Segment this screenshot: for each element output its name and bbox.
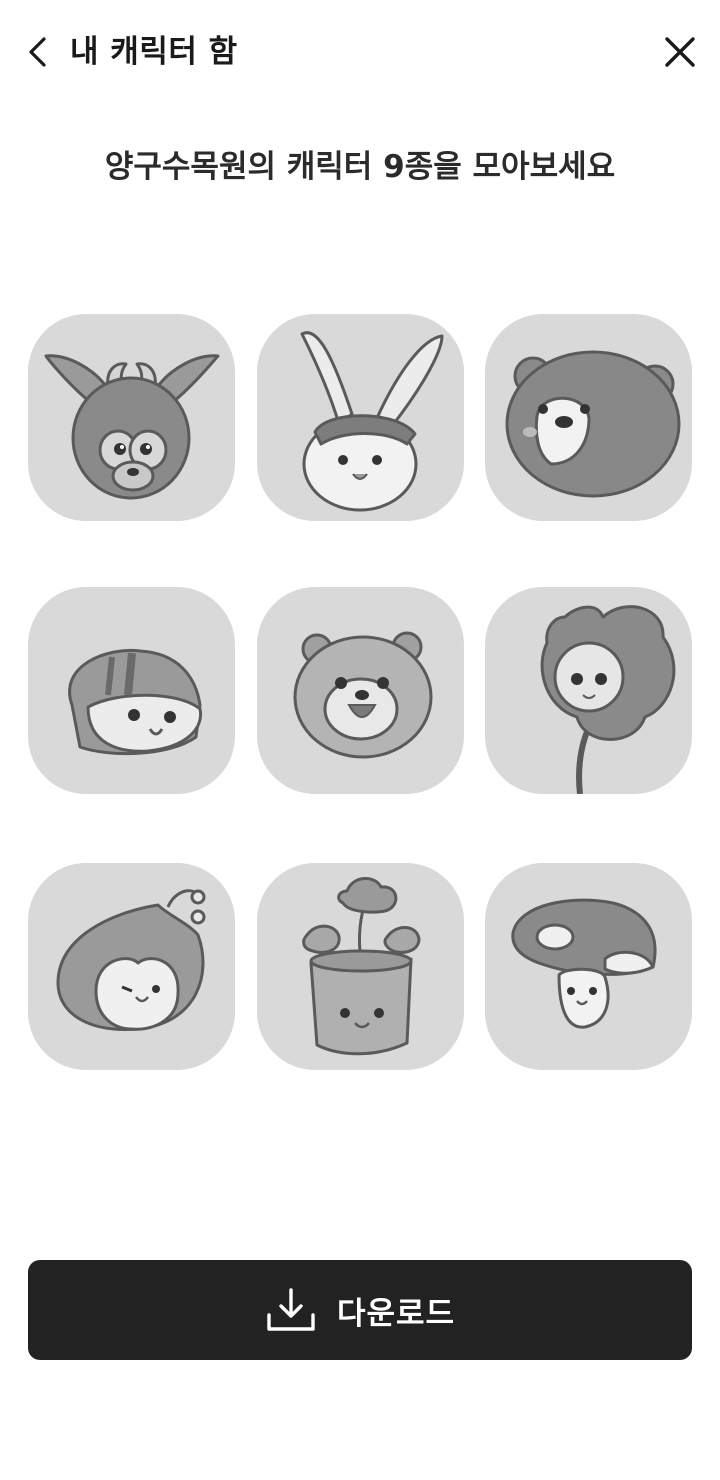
collection-subtitle: 양구수목원의 캐릭터 9종을 모아보세요 [104, 149, 616, 185]
otter-character-image [293, 631, 433, 759]
download-label: 다운로드 [336, 1295, 456, 1332]
close-button[interactable] [656, 30, 704, 74]
character-tile-chipmunk[interactable] [28, 587, 235, 794]
download-button[interactable]: 다운로드 [28, 1260, 692, 1360]
flower-character-image [540, 605, 676, 794]
character-tile-tree-stump[interactable] [257, 863, 464, 1070]
character-tile-mushroom[interactable] [485, 863, 692, 1070]
character-tile-otter[interactable] [257, 587, 464, 794]
goat-character-image [44, 354, 220, 500]
chevron-left-icon [29, 37, 46, 67]
rabbit-character-image [300, 331, 444, 512]
top-bar: 내 캐릭터 함 [0, 0, 720, 104]
bear-character-image [505, 350, 681, 498]
character-tile-rabbit[interactable] [257, 314, 464, 521]
tree-stump-character-image [302, 877, 421, 1056]
character-tile-flower[interactable] [485, 587, 692, 794]
download-icon [265, 1287, 317, 1333]
character-tile-goat[interactable] [28, 314, 235, 521]
seed-character-image [56, 889, 206, 1032]
back-button[interactable] [18, 30, 58, 74]
page-title: 내 캐릭터 함 [70, 34, 238, 70]
character-tile-seed[interactable] [28, 863, 235, 1070]
character-tile-bear[interactable] [485, 314, 692, 521]
close-icon [665, 37, 695, 67]
mushroom-character-image [511, 898, 657, 1029]
chipmunk-character-image [68, 648, 203, 756]
